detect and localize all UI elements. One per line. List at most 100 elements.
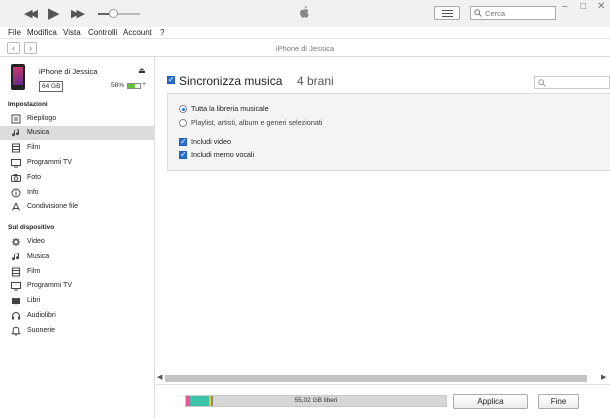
sidebar-item-programmi-tv[interactable]: Programmi TV — [0, 279, 154, 293]
play-button[interactable]: ▶ — [48, 4, 60, 22]
search-icon — [474, 9, 482, 17]
sidebar-item-label: Programmi TV — [27, 158, 72, 166]
bell-icon — [11, 326, 21, 336]
camera-icon — [11, 173, 21, 182]
maximize-button[interactable]: □ — [580, 1, 586, 12]
sidebar: iPhone di Jessica ⏏ 64 GB 58% + Impostaz… — [0, 57, 155, 418]
apply-button[interactable]: Applica — [453, 394, 528, 409]
song-count: 4 brani — [297, 74, 334, 88]
sync-options-panel: Tutta la libreria musicale Playlist, art… — [167, 93, 610, 171]
eject-icon[interactable]: ⏏ — [138, 66, 146, 75]
entire-library-radio[interactable] — [179, 105, 187, 113]
sidebar-item-riepilogo[interactable]: Riepilogo — [0, 112, 154, 126]
sidebar-item-label: Riepilogo — [27, 114, 57, 122]
storage-bar: 55,02 GB liberi — [185, 395, 447, 407]
capacity-badge: 64 GB — [39, 81, 64, 92]
sidebar-item-audiolibri[interactable]: Audiolibri — [0, 309, 154, 323]
sidebar-item-libri[interactable]: Libri — [0, 294, 154, 308]
battery-icon — [127, 83, 141, 89]
video-gear-icon — [11, 237, 21, 247]
sync-music-checkbox[interactable] — [167, 75, 175, 85]
sidebar-item-label: Film — [27, 144, 41, 152]
breadcrumb: iPhone di Jessica — [275, 44, 335, 53]
navigation-row: ‹ › iPhone di Jessica — [0, 39, 610, 57]
sync-music-label: Sincronizza musica — [179, 74, 283, 88]
settings-header: Impostazioni — [8, 101, 48, 108]
menu-file[interactable]: File — [8, 28, 21, 37]
sidebar-item-label: Suonerie — [27, 326, 56, 334]
sidebar-item-suonerie[interactable]: Suonerie — [0, 324, 154, 338]
menu-help[interactable]: ? — [160, 28, 164, 37]
scroll-right-arrow-icon[interactable]: ▶ — [601, 373, 606, 381]
iphone-icon — [11, 64, 25, 90]
menu-view[interactable]: Vista — [63, 28, 81, 37]
main-content: Sincronizza musica 4 brani Tutta la libr… — [156, 57, 610, 418]
search-icon — [538, 79, 546, 87]
search-input[interactable] — [485, 8, 553, 19]
film-icon — [12, 267, 20, 277]
close-button[interactable]: ✕ — [597, 1, 605, 12]
sidebar-item-condivisione-file[interactable]: Condivisione file — [0, 200, 154, 214]
done-button[interactable]: Fine — [538, 394, 579, 409]
include-video-checkbox[interactable] — [179, 137, 187, 147]
info-icon — [11, 188, 21, 197]
sidebar-item-label: Video — [27, 238, 45, 245]
tv-icon — [11, 282, 21, 291]
charging-icon: + — [142, 81, 147, 88]
menu-bar: File Modifica Vista Controlli Account ? — [0, 27, 610, 39]
sidebar-item-label: Info — [27, 188, 39, 196]
sidebar-item-foto[interactable]: Foto — [0, 171, 154, 185]
battery-percent: 58% — [111, 82, 125, 89]
sidebar-item-label: Foto — [27, 173, 42, 181]
summary-icon — [11, 114, 21, 123]
music-search-input[interactable] — [534, 76, 610, 89]
search-box — [470, 6, 556, 20]
list-line — [442, 16, 453, 17]
tv-icon — [11, 158, 21, 168]
sidebar-item-programmi-tv[interactable]: Programmi TV — [0, 156, 154, 170]
minimize-button[interactable]: – — [562, 1, 568, 12]
entire-library-label: Tutta la libreria musicale — [191, 104, 269, 113]
selected-items-label: Playlist, artisti, album e generi selezi… — [191, 118, 323, 127]
list-view-button[interactable] — [434, 6, 460, 20]
fast-forward-button[interactable]: ▶▶ — [71, 7, 85, 20]
battery-level — [128, 84, 135, 88]
sidebar-item-video[interactable]: Video — [0, 235, 154, 249]
file-sharing-icon — [12, 203, 20, 212]
free-space-label: 55,02 GB liberi — [294, 397, 338, 404]
music-note-icon — [12, 129, 20, 137]
sidebar-item-musica[interactable]: Musica — [0, 250, 154, 264]
player-bar: ◀◀ ▶ ▶▶ – □ ✕ — [0, 0, 610, 27]
include-voice-memos-checkbox[interactable] — [179, 150, 187, 160]
include-video-label: Includi video — [191, 137, 231, 146]
sidebar-item-label: Libri — [27, 297, 41, 305]
selected-items-radio[interactable] — [179, 119, 187, 127]
sidebar-item-musica[interactable]: Musica — [0, 126, 154, 141]
audiobook-icon — [12, 312, 20, 320]
list-line — [442, 10, 453, 11]
menu-edit[interactable]: Modifica — [27, 28, 57, 37]
sidebar-item-label: Musica — [27, 252, 50, 260]
menu-account[interactable]: Account — [123, 28, 152, 37]
sidebar-item-label: Programmi TV — [27, 282, 72, 290]
volume-slider[interactable] — [98, 9, 140, 18]
volume-knob[interactable] — [108, 9, 118, 18]
iphone-screen — [13, 67, 23, 85]
on-device-header: Sul dispositivo — [8, 224, 55, 231]
scroll-left-arrow-icon[interactable]: ◀ — [157, 373, 162, 381]
film-icon — [12, 143, 20, 153]
apple-logo-icon — [300, 5, 309, 18]
rewind-button[interactable]: ◀◀ — [24, 7, 38, 20]
list-line — [442, 13, 453, 14]
scrollbar-thumb[interactable] — [165, 375, 587, 382]
sidebar-item-film[interactable]: Film — [0, 141, 154, 155]
sidebar-item-label: Condivisione file — [27, 203, 78, 211]
sidebar-item-label: Musica — [27, 129, 50, 137]
sidebar-item-label: Audiolibri — [27, 312, 56, 319]
sidebar-item-film[interactable]: Film — [0, 265, 154, 279]
book-icon — [12, 298, 20, 306]
sidebar-item-label: Film — [27, 267, 41, 275]
horizontal-scrollbar[interactable]: ◀ ▶ — [155, 372, 610, 384]
sidebar-item-info[interactable]: Info — [0, 186, 154, 200]
menu-controls[interactable]: Controlli — [88, 28, 117, 37]
